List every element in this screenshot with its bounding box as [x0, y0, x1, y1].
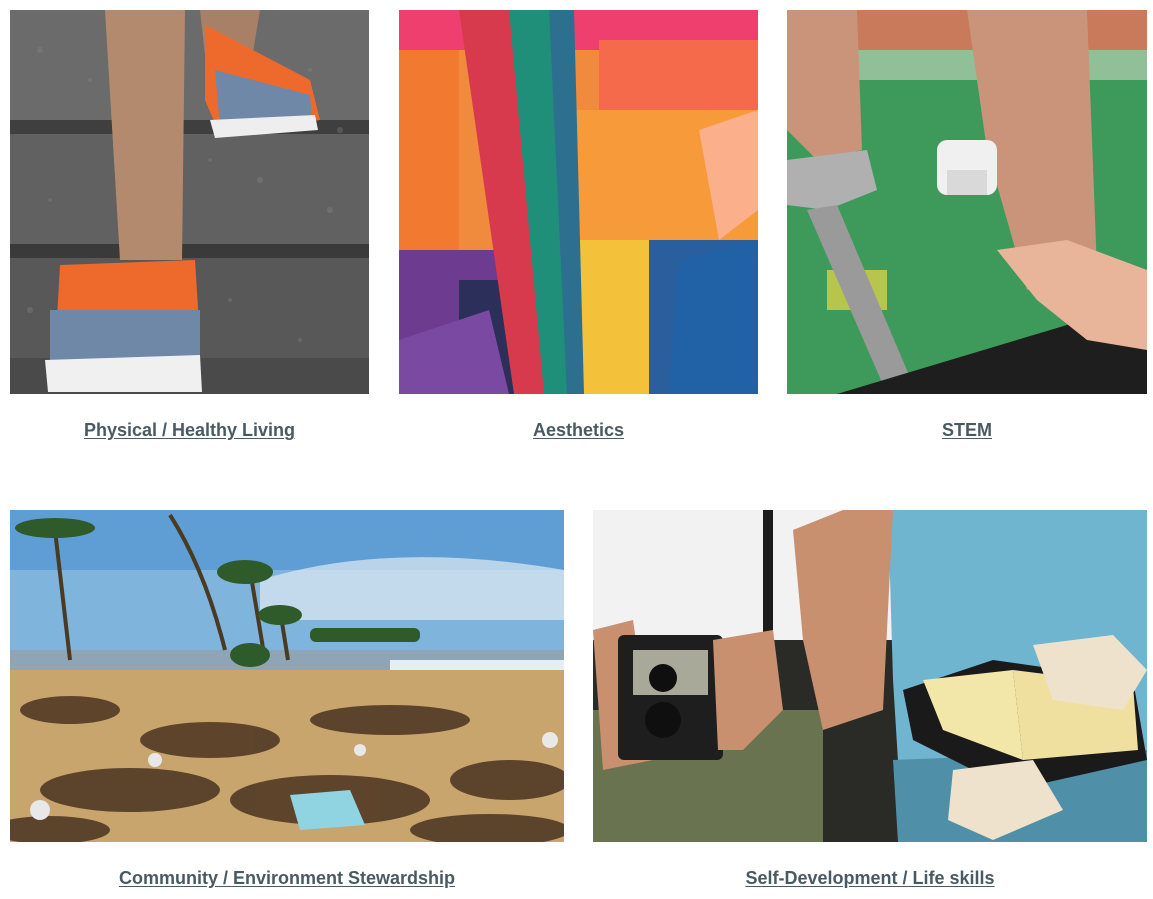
aesthetics-image[interactable]: [399, 10, 758, 394]
physical-healthy-living-link[interactable]: Physical / Healthy Living: [10, 420, 369, 441]
self-development-life-skills-link[interactable]: Self-Development / Life skills: [593, 868, 1147, 889]
laptop-sensor-experiment-photo: [787, 10, 1147, 394]
community-environment-stewardship-link[interactable]: Community / Environment Stewardship: [10, 868, 564, 889]
self-development-image[interactable]: [593, 510, 1147, 842]
vintage-camera-and-book-photo: [593, 510, 1147, 842]
running-shoes-on-stairs-photo: [10, 10, 369, 394]
abstract-painting-photo: [399, 10, 758, 394]
community-environment-image[interactable]: [10, 510, 564, 842]
stem-image[interactable]: [787, 10, 1147, 394]
littered-beach-photo: [10, 510, 564, 842]
stem-link[interactable]: STEM: [787, 420, 1147, 441]
aesthetics-link[interactable]: Aesthetics: [399, 420, 758, 441]
physical-healthy-living-image[interactable]: [10, 10, 369, 394]
